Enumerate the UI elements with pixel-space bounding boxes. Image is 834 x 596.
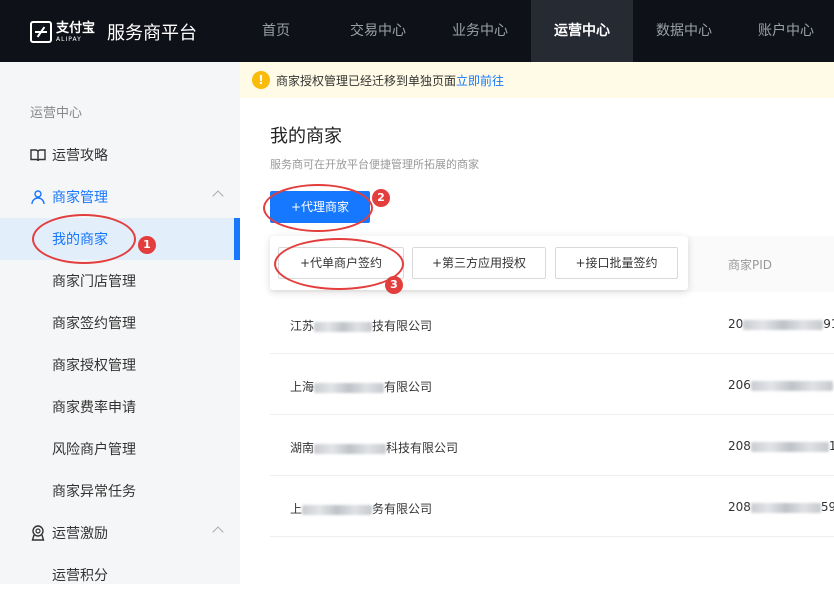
sidebar-item-label: 风险商户管理: [52, 442, 136, 458]
sidebar-item-label: 运营积分: [52, 568, 108, 584]
redacted-text: [314, 321, 373, 332]
nav-trade-center[interactable]: 交易中心: [327, 0, 429, 62]
notice-banner: ! 商家授权管理已经迁移到单独页面 立即前往: [240, 62, 834, 98]
merchant-pid: 206: [728, 378, 833, 392]
table-row[interactable]: 湖南 科技有限公司 208 1: [270, 415, 834, 476]
nav-business-center[interactable]: 业务中心: [429, 0, 531, 62]
nav-operation-center[interactable]: 运营中心: [531, 0, 633, 62]
sidebar-item-merchant-exception-tasks[interactable]: 商家异常任务: [0, 470, 240, 512]
badge-icon: [31, 525, 45, 541]
sidebar-item-risk-merchants[interactable]: 风险商户管理: [0, 428, 240, 470]
chevron-up-icon[interactable]: [212, 526, 224, 538]
merchant-name: 上海 有限公司: [290, 380, 433, 394]
api-batch-sign-button[interactable]: +接口批量签约: [555, 247, 678, 279]
sidebar-group-operation-incentives[interactable]: 运营激励: [0, 512, 240, 554]
sidebar-group-label: 商家管理: [52, 190, 108, 206]
annotation-badge-2: 2: [372, 189, 390, 207]
alipay-logo[interactable]: 支付宝 ALIPAY 服务商平台: [30, 18, 197, 46]
table-row[interactable]: 上务有限公司 208594: [270, 476, 834, 537]
page-subtitle: 服务商可在开放平台便捷管理所拓展的商家: [270, 158, 479, 171]
redacted-text: [743, 319, 824, 330]
sidebar-item-merchant-stores[interactable]: 商家门店管理: [0, 260, 240, 302]
table-row[interactable]: 江苏技有限公司 2091: [270, 293, 834, 354]
merchant-pid: 2091: [728, 317, 834, 331]
sidebar-item-merchant-contracts[interactable]: 商家签约管理: [0, 302, 240, 344]
warning-icon: !: [252, 71, 270, 89]
chevron-up-icon[interactable]: [212, 190, 224, 202]
nav-account-center[interactable]: 账户中心: [735, 0, 834, 62]
sidebar-item-label: 商家费率申请: [52, 400, 136, 416]
redacted-text: [302, 504, 373, 515]
merchant-name: 湖南 科技有限公司: [290, 441, 459, 455]
book-icon: [30, 149, 46, 162]
platform-title: 服务商平台: [107, 23, 198, 44]
page-title: 我的商家: [270, 126, 342, 147]
redacted-text: [314, 443, 387, 454]
annotation-badge-1: 1: [138, 236, 156, 254]
nav-home[interactable]: 首页: [225, 0, 327, 62]
sidebar-item-operation-guide[interactable]: 运营攻略: [0, 134, 240, 176]
sidebar-item-label: 商家异常任务: [52, 484, 136, 500]
sidebar-section-title: 运营中心: [30, 106, 83, 121]
notice-link[interactable]: 立即前往: [456, 72, 504, 89]
annotation-badge-3: 3: [385, 276, 403, 294]
sidebar-item-merchant-rate-application[interactable]: 商家费率申请: [0, 386, 240, 428]
sidebar: 运营中心 运营攻略 商家管理 我的商家 商家门店管理 商家签约管理 商家授权管理…: [0, 62, 240, 584]
third-party-app-auth-button[interactable]: +第三方应用授权: [412, 247, 546, 279]
redacted-text: [750, 441, 829, 452]
redacted-text: [750, 502, 821, 513]
sidebar-item-label: 商家签约管理: [52, 316, 136, 332]
annotation-circle-1: [32, 214, 136, 264]
table-row[interactable]: 上海 有限公司 206: [270, 354, 834, 415]
merchant-pid: 208 1: [728, 439, 834, 453]
sidebar-item-label: 商家授权管理: [52, 358, 136, 374]
sidebar-item-label: 运营攻略: [52, 148, 108, 164]
logo-en-text: ALIPAY: [56, 35, 82, 43]
redacted-text: [314, 382, 385, 393]
merchant-name: 上务有限公司: [290, 502, 433, 516]
sidebar-item-operation-points[interactable]: 运营积分: [0, 554, 240, 596]
merchant-pid: 208594: [728, 500, 834, 514]
nav-data-center[interactable]: 数据中心: [633, 0, 735, 62]
top-navigation-bar: 支付宝 ALIPAY 服务商平台 首页 交易中心 业务中心 运营中心 数据中心 …: [0, 0, 834, 62]
logo-cn-text: 支付宝: [56, 20, 96, 36]
user-group-icon: [31, 190, 45, 205]
column-header-pid: 商家PID: [728, 258, 773, 272]
merchant-name: 江苏 技有限公司: [290, 319, 433, 333]
sidebar-group-label: 运营激励: [52, 526, 108, 542]
alipay-logo-icon: [30, 21, 52, 43]
sidebar-item-label: 商家门店管理: [52, 274, 136, 290]
annotation-circle-2: [263, 184, 373, 232]
notice-text: 商家授权管理已经迁移到单独页面: [276, 73, 457, 88]
redacted-text: [750, 380, 833, 391]
sidebar-group-merchant-management[interactable]: 商家管理: [0, 176, 240, 218]
main-nav: 首页 交易中心 业务中心 运营中心 数据中心 账户中心: [225, 0, 834, 62]
sidebar-item-merchant-authorization[interactable]: 商家授权管理: [0, 344, 240, 386]
